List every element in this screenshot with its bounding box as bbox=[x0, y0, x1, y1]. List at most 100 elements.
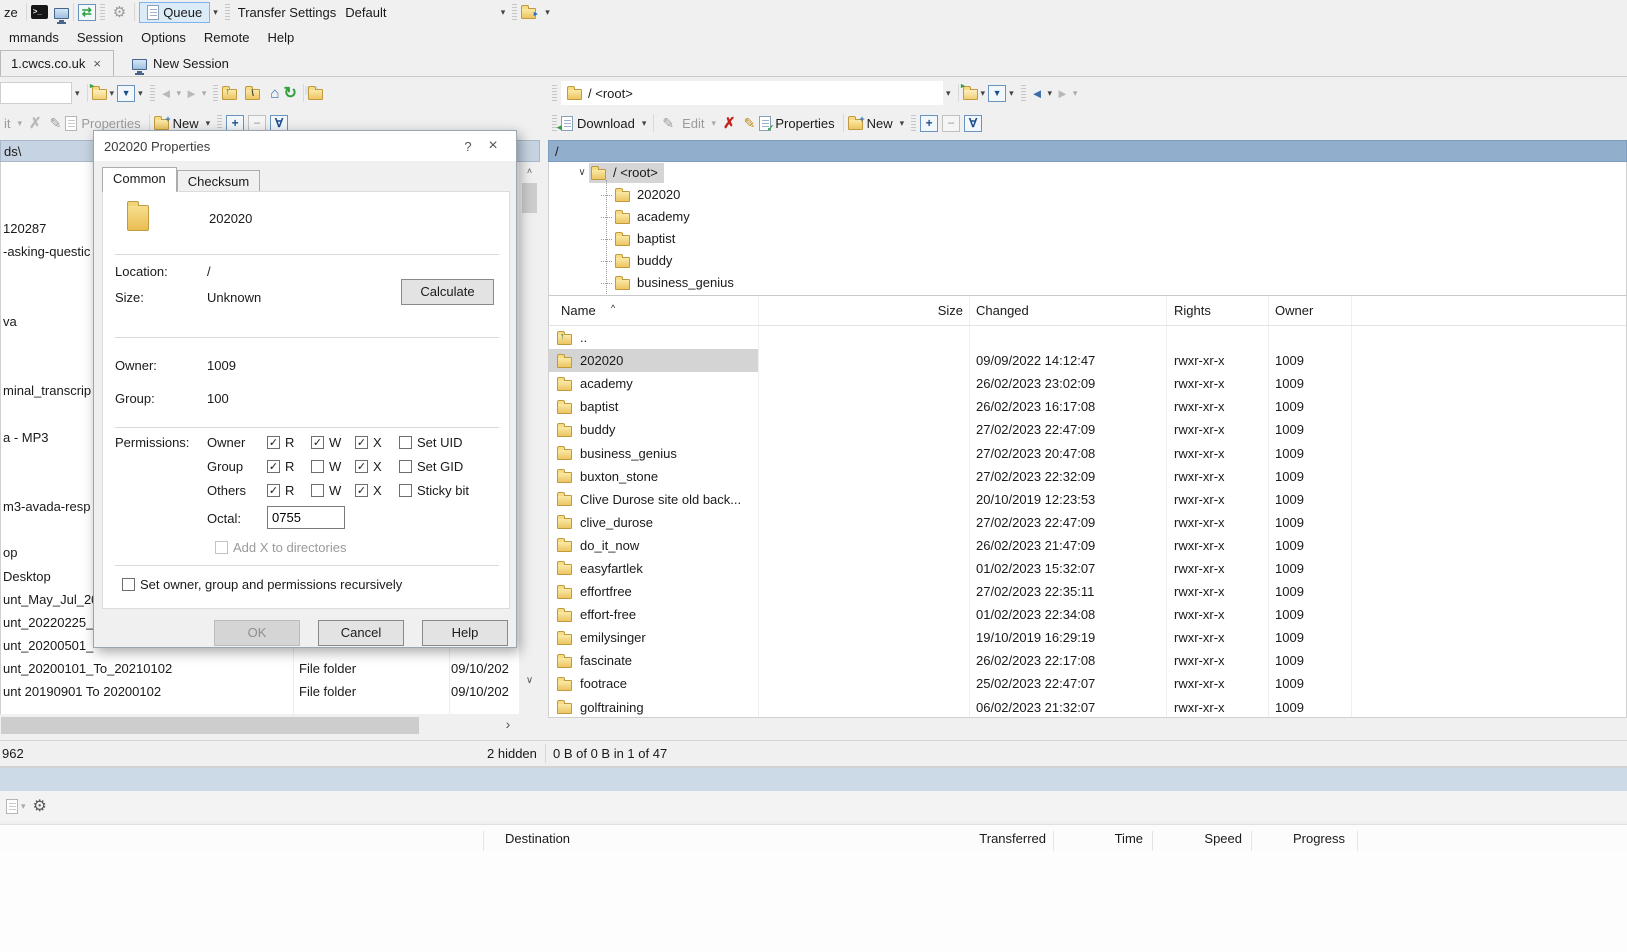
perm-others-x-checkbox[interactable]: ✓ bbox=[355, 484, 368, 497]
menu-item-session[interactable]: Session bbox=[68, 26, 132, 49]
console-icon[interactable]: >_ bbox=[31, 5, 48, 19]
menu-item-mmands[interactable]: mmands bbox=[0, 26, 68, 49]
close-icon[interactable]: × bbox=[91, 56, 103, 71]
menu-item-remote[interactable]: Remote bbox=[195, 26, 259, 49]
scrollbar-thumb[interactable] bbox=[1, 717, 419, 734]
expand-icon[interactable]: + bbox=[920, 115, 938, 132]
tree-node-business_genius[interactable]: business_genius bbox=[549, 272, 1626, 294]
remote-new-label[interactable]: New bbox=[863, 116, 897, 131]
tree-node-202020[interactable]: 202020 bbox=[549, 184, 1626, 206]
file-row[interactable]: effortfree27/02/2023 22:35:11rwxr-xr-x10… bbox=[549, 580, 1626, 603]
remote-file-list[interactable]: Name ^ Size Changed Rights Owner ..20202… bbox=[548, 295, 1627, 718]
menu-item-help[interactable]: Help bbox=[258, 26, 303, 49]
synchronize-browsing-icon[interactable]: ⇄ bbox=[78, 4, 96, 21]
rename-icon[interactable]: ✎ bbox=[740, 115, 760, 132]
filter-icon[interactable]: ▼ bbox=[988, 85, 1006, 102]
local-new-label[interactable]: New bbox=[169, 116, 203, 131]
parent-directory-icon[interactable] bbox=[222, 89, 237, 100]
column-header-name[interactable]: Name bbox=[561, 303, 596, 318]
perm-group-r-checkbox[interactable]: ✓ bbox=[267, 460, 280, 473]
transfer-settings-select[interactable]: Default ▾ bbox=[340, 2, 508, 23]
computer-bolt-icon[interactable] bbox=[54, 8, 69, 19]
file-row[interactable]: .. bbox=[549, 326, 1626, 349]
tree-node-root[interactable]: ∨ / <root> bbox=[549, 162, 1626, 184]
chevron-down-icon[interactable]: ▾ bbox=[107, 88, 118, 99]
tree-root-selection[interactable]: / <root> bbox=[589, 163, 664, 183]
queue-toggle-button[interactable]: Queue bbox=[139, 2, 210, 23]
session-tab-active[interactable]: 1.cwcs.co.uk × bbox=[0, 50, 114, 76]
file-row[interactable]: baptist26/02/2023 16:17:08rwxr-xr-x1009 bbox=[549, 395, 1626, 418]
expand-icon[interactable]: + bbox=[226, 115, 244, 132]
file-row[interactable]: clive_durose27/02/2023 22:47:09rwxr-xr-x… bbox=[549, 511, 1626, 534]
perm-owner-r-checkbox[interactable]: ✓ bbox=[267, 436, 280, 449]
queue-column-transferred[interactable]: Transferred bbox=[946, 831, 1046, 846]
tree-node-buddy[interactable]: buddy bbox=[549, 250, 1626, 272]
file-row[interactable]: academy26/02/2023 23:02:09rwxr-xr-x1009 bbox=[549, 372, 1626, 395]
file-row[interactable]: effort-free01/02/2023 22:34:08rwxr-xr-x1… bbox=[549, 603, 1626, 626]
column-header-changed[interactable]: Changed bbox=[976, 303, 1029, 318]
remote-directory-tree[interactable]: ∨ / <root> 202020academybaptistbuddybusi… bbox=[548, 162, 1627, 295]
local-directory-combo[interactable] bbox=[0, 82, 72, 104]
file-row[interactable]: do_it_now26/02/2023 21:47:09rwxr-xr-x100… bbox=[549, 534, 1626, 557]
column-header-owner[interactable]: Owner bbox=[1275, 303, 1313, 318]
queue-column-progress[interactable]: Progress bbox=[1245, 831, 1345, 846]
filter-toggle-icon[interactable]: ∀ bbox=[270, 115, 288, 132]
octal-input[interactable] bbox=[267, 506, 345, 529]
perm-owner-x-checkbox[interactable]: ✓ bbox=[355, 436, 368, 449]
chevron-down-icon[interactable]: ▾ bbox=[943, 88, 954, 99]
open-directory-icon[interactable] bbox=[963, 89, 978, 100]
close-icon[interactable]: × bbox=[480, 137, 506, 155]
hidden-files-status[interactable]: 2 hidden bbox=[487, 741, 537, 766]
local-vertical-scrollbar[interactable]: ˄ ∨ bbox=[521, 163, 538, 690]
remote-properties-label[interactable]: Properties bbox=[771, 116, 838, 131]
perm-others-special-checkbox[interactable] bbox=[399, 484, 412, 497]
file-row[interactable]: fascinate26/02/2023 22:17:08rwxr-xr-x100… bbox=[549, 649, 1626, 672]
perm-owner-special-checkbox[interactable] bbox=[399, 436, 412, 449]
recursive-checkbox-row[interactable]: Set owner, group and permissions recursi… bbox=[122, 577, 402, 592]
chevron-down-icon[interactable]: ∨ bbox=[575, 162, 589, 184]
chevron-down-icon[interactable]: ▾ bbox=[1044, 88, 1055, 99]
dialog-title-bar[interactable]: 202020 Properties ? × bbox=[94, 131, 516, 161]
tree-node-baptist[interactable]: baptist bbox=[549, 228, 1626, 250]
column-header-size[interactable]: Size bbox=[758, 303, 963, 318]
chevron-down-icon[interactable]: ▾ bbox=[542, 7, 553, 18]
calculate-button[interactable]: Calculate bbox=[401, 279, 494, 305]
local-file-row[interactable]: unt 20190901 To 20200102File folder09/10… bbox=[1, 681, 519, 702]
new-session-tab[interactable]: New Session bbox=[122, 52, 239, 76]
chevron-down-icon[interactable]: ▾ bbox=[1006, 88, 1017, 99]
help-button[interactable]: Help bbox=[422, 620, 508, 646]
menu-item-options[interactable]: Options bbox=[132, 26, 195, 49]
tab-common[interactable]: Common bbox=[102, 167, 177, 192]
queue-settings-gear-icon[interactable]: ⚙ bbox=[29, 796, 51, 816]
open-directory-icon[interactable] bbox=[92, 89, 107, 100]
perm-group-w-checkbox[interactable] bbox=[311, 460, 324, 473]
filter-toggle-icon[interactable]: ∀ bbox=[964, 115, 982, 132]
file-row[interactable]: buddy27/02/2023 22:47:09rwxr-xr-x1009 bbox=[549, 418, 1626, 441]
perm-others-r-checkbox[interactable]: ✓ bbox=[267, 484, 280, 497]
file-row[interactable]: buxton_stone27/02/2023 22:32:09rwxr-xr-x… bbox=[549, 465, 1626, 488]
root-directory-icon[interactable] bbox=[245, 89, 260, 100]
perm-group-x-checkbox[interactable]: ✓ bbox=[355, 460, 368, 473]
file-row[interactable]: Clive Durose site old back...20/10/2019 … bbox=[549, 488, 1626, 511]
queue-column-time[interactable]: Time bbox=[1043, 831, 1143, 846]
chevron-down-icon[interactable]: ▾ bbox=[639, 118, 650, 129]
chevron-down-icon[interactable]: ▾ bbox=[72, 88, 83, 99]
refresh-icon[interactable]: ↻ bbox=[281, 83, 298, 103]
tab-checksum[interactable]: Checksum bbox=[177, 170, 260, 192]
tree-node-academy[interactable]: academy bbox=[549, 206, 1626, 228]
remote-address-combo[interactable]: / <root> bbox=[561, 81, 943, 105]
back-icon[interactable]: ◄ bbox=[1030, 86, 1045, 101]
scroll-down-icon[interactable]: ∨ bbox=[521, 674, 538, 690]
scroll-up-icon[interactable]: ˄ bbox=[521, 163, 538, 179]
cancel-button[interactable]: Cancel bbox=[318, 620, 404, 646]
transfer-options-icon[interactable] bbox=[521, 8, 536, 19]
perm-group-special-checkbox[interactable] bbox=[399, 460, 412, 473]
local-horizontal-scrollbar[interactable]: › bbox=[0, 714, 519, 737]
properties-icon[interactable]: ✓ bbox=[759, 116, 771, 131]
chevron-down-icon[interactable]: ▾ bbox=[135, 88, 146, 99]
scrollbar-thumb[interactable] bbox=[522, 183, 537, 213]
delete-icon[interactable]: ✗ bbox=[719, 114, 740, 132]
local-file-row[interactable]: unt_20200101_To_20210102File folder09/10… bbox=[1, 658, 519, 679]
new-icon[interactable] bbox=[848, 119, 863, 130]
remote-panel-header[interactable]: / bbox=[548, 140, 1627, 162]
